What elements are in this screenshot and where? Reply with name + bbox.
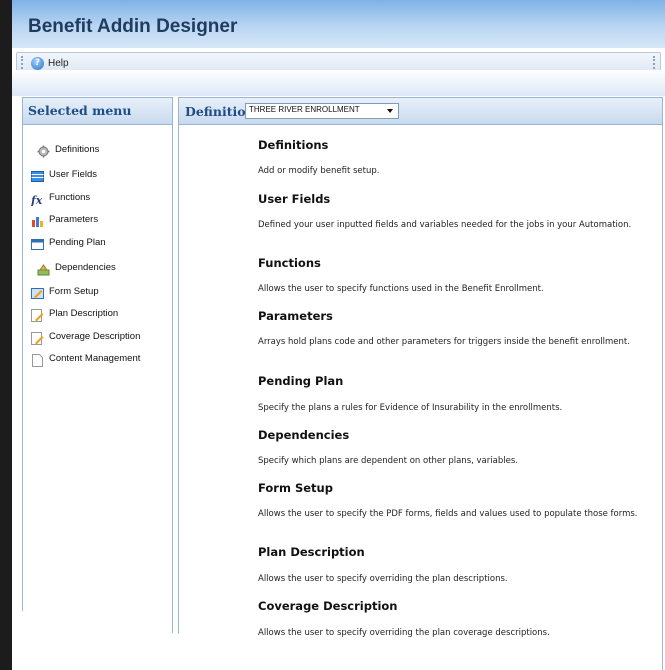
sidebar-item-label: Functions (49, 191, 91, 203)
sidebar-item-form-setup[interactable]: Form Setup (31, 282, 99, 300)
sidebar-item-pending-plan[interactable]: Pending Plan (31, 233, 106, 251)
selected-menu-title: Selected menu (28, 103, 132, 118)
definition-panel: Definition: THREE RIVER ENROLLMENT Defin… (178, 97, 663, 670)
section-description: Allows the user to specify functions use… (258, 284, 544, 294)
header-band (12, 70, 665, 96)
app-title: Benefit Addin Designer (28, 16, 238, 37)
function-icon: fx (30, 191, 44, 207)
section-description: Specify the plans a rules for Evidence o… (258, 403, 563, 413)
sidebar-item-content-management[interactable]: Content Management (31, 349, 140, 367)
section-description: Allows the user to specify overriding th… (258, 628, 550, 638)
help-label: Help (48, 57, 69, 69)
page-icon (31, 352, 44, 367)
bar-chart-icon (31, 213, 44, 227)
form-icon (31, 285, 44, 299)
help-button[interactable]: ? Help (31, 55, 69, 71)
section-description: Specify which plans are dependent on oth… (258, 456, 518, 466)
section-description: Allows the user to specify overriding th… (258, 574, 508, 584)
gear-icon (37, 143, 50, 157)
torn-edge (12, 609, 312, 670)
definition-header: Definition: THREE RIVER ENROLLMENT (179, 98, 662, 125)
section-description: Defined your user inputted fields and va… (258, 220, 632, 230)
sidebar-item-label: Pending Plan (49, 236, 106, 248)
sidebar-item-coverage-description[interactable]: Coverage Description (31, 327, 140, 345)
sidebar-item-label: Definitions (55, 143, 100, 155)
chevron-down-icon (387, 109, 393, 113)
dependencies-icon (37, 261, 50, 275)
definition-select[interactable]: THREE RIVER ENROLLMENT (245, 103, 399, 119)
sidebar-item-label: Form Setup (49, 285, 99, 297)
section-description: Allows the user to specify the PDF forms… (258, 509, 638, 519)
table-icon (31, 168, 44, 182)
sidebar-item-dependencies[interactable]: Dependencies (37, 258, 116, 276)
section-title: Functions (258, 256, 321, 270)
selected-menu-header: Selected menu (23, 98, 172, 125)
section-description: Arrays hold plans code and other paramet… (258, 337, 630, 347)
sidebar-item-definitions[interactable]: Definitions (37, 140, 99, 158)
sidebar-item-functions[interactable]: fx Functions (30, 188, 91, 207)
edit-icon (31, 307, 44, 322)
toolbar-grip-right (653, 56, 657, 69)
sidebar-item-parameters[interactable]: Parameters (31, 210, 98, 228)
svg-text:fx: fx (31, 194, 43, 206)
sidebar-item-label: Coverage Description (49, 330, 141, 342)
section-title: User Fields (258, 192, 331, 206)
definition-select-value: THREE RIVER ENROLLMENT (249, 105, 360, 114)
section-title: Definitions (258, 138, 329, 152)
title-bar: Benefit Addin Designer (12, 0, 665, 48)
sidebar-item-user-fields[interactable]: User Fields (31, 165, 97, 183)
sidebar-item-label: Parameters (49, 213, 99, 225)
section-title: Plan Description (258, 545, 365, 559)
sidebar-item-label: Dependencies (55, 261, 116, 273)
edit-icon (31, 330, 44, 345)
sidebar-item-plan-description[interactable]: Plan Description (31, 304, 118, 322)
sidebar-item-label: Content Management (49, 352, 141, 364)
sidebar-item-label: User Fields (49, 168, 98, 180)
section-title: Pending Plan (258, 374, 344, 388)
app-window: Benefit Addin Designer ? Help Selected m… (12, 0, 665, 670)
section-description: Add or modify benefit setup. (258, 166, 380, 176)
sidebar-item-label: Plan Description (49, 307, 119, 319)
selected-menu-panel: Selected menu Definitions User Fields fx… (22, 97, 173, 670)
section-title: Dependencies (258, 428, 350, 442)
section-title: Form Setup (258, 481, 333, 495)
toolbar-grip[interactable] (21, 56, 25, 69)
section-title: Parameters (258, 309, 333, 323)
help-icon: ? (31, 56, 44, 70)
window-icon (31, 236, 44, 250)
